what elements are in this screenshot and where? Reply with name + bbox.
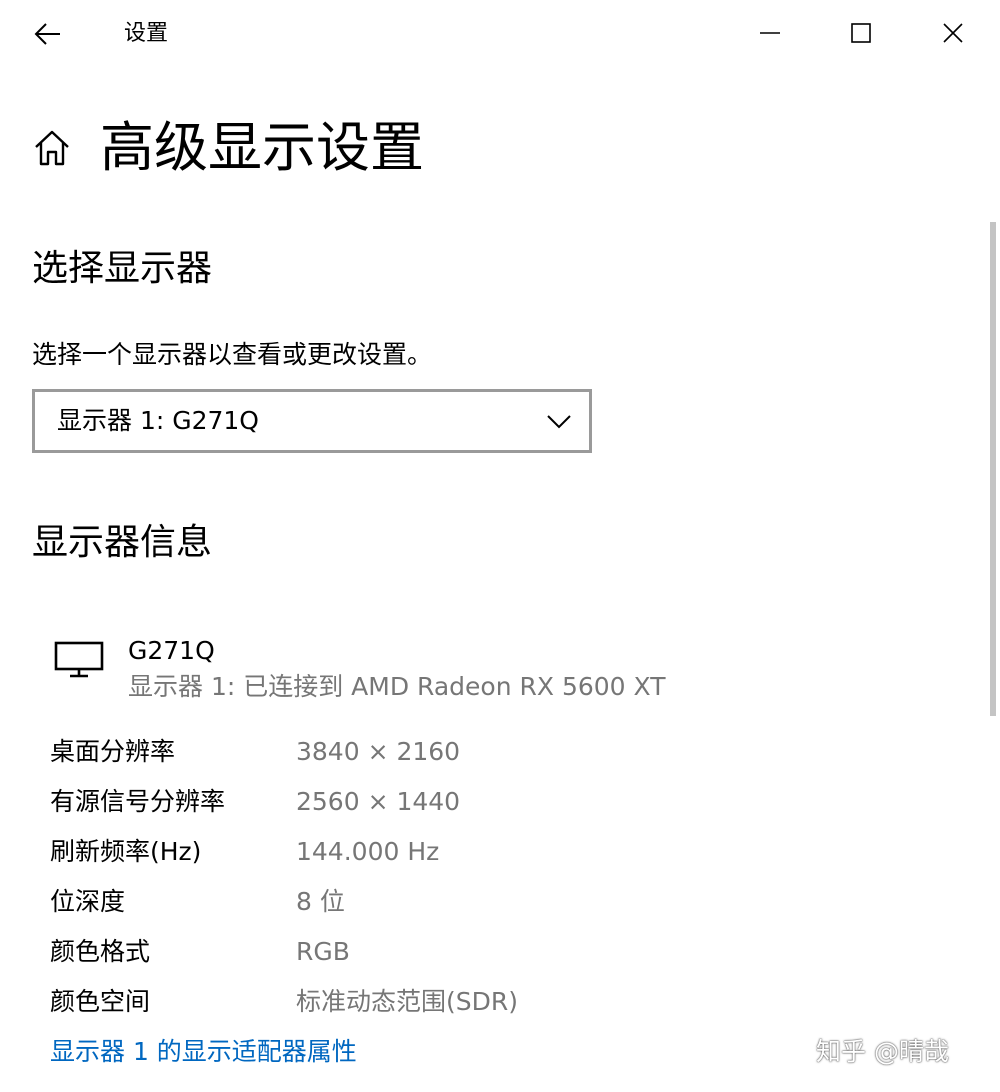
info-key: 桌面分辨率 xyxy=(50,737,176,766)
arrow-left-icon xyxy=(34,23,60,45)
display-dropdown-value: 显示器 1: G271Q xyxy=(57,406,259,435)
close-button[interactable] xyxy=(930,10,976,56)
select-display-heading: 选择显示器 xyxy=(32,248,213,289)
info-value: RGB xyxy=(296,937,350,966)
home-icon[interactable] xyxy=(30,126,74,170)
monitor-status: 显示器 1: 已连接到 AMD Radeon RX 5600 XT xyxy=(128,672,666,701)
select-display-description: 选择一个显示器以查看或更改设置。 xyxy=(32,340,433,369)
info-value: 3840 × 2160 xyxy=(296,737,461,766)
info-value: 8 位 xyxy=(296,887,345,916)
info-key: 位深度 xyxy=(50,887,126,916)
info-row-refresh-rate: 刷新频率(Hz) 144.000 Hz xyxy=(50,834,610,884)
info-row-color-space: 颜色空间 标准动态范围(SDR) xyxy=(50,984,610,1034)
info-value: 144.000 Hz xyxy=(296,837,440,866)
display-info-heading: 显示器信息 xyxy=(32,522,213,563)
window-title: 设置 xyxy=(124,21,169,46)
info-row-active-signal-resolution: 有源信号分辨率 2560 × 1440 xyxy=(50,784,610,834)
info-row-color-format: 颜色格式 RGB xyxy=(50,934,610,984)
maximize-button[interactable] xyxy=(838,10,884,56)
info-key: 颜色格式 xyxy=(50,937,151,966)
page-title: 高级显示设置 xyxy=(100,116,424,179)
maximize-icon xyxy=(851,23,871,43)
info-key: 有源信号分辨率 xyxy=(50,787,226,816)
info-key: 颜色空间 xyxy=(50,987,151,1016)
close-icon xyxy=(943,23,963,43)
info-key: 刷新频率(Hz) xyxy=(50,837,202,866)
info-row-desktop-resolution: 桌面分辨率 3840 × 2160 xyxy=(50,734,610,784)
watermark: 知乎 @晴哉 xyxy=(816,1037,949,1066)
monitor-name: G271Q xyxy=(128,636,215,665)
info-value: 2560 × 1440 xyxy=(296,787,461,816)
display-dropdown[interactable]: 显示器 1: G271Q xyxy=(32,389,592,453)
back-button[interactable] xyxy=(28,14,68,54)
info-value: 标准动态范围(SDR) xyxy=(296,987,518,1016)
display-info-table: 桌面分辨率 3840 × 2160 有源信号分辨率 2560 × 1440 刷新… xyxy=(50,734,610,1034)
chevron-down-icon xyxy=(545,408,573,436)
scrollbar[interactable] xyxy=(990,222,996,716)
page-header: 高级显示设置 xyxy=(30,108,424,188)
title-bar: 设置 xyxy=(0,0,1000,68)
display-adapter-properties-link[interactable]: 显示器 1 的显示适配器属性 xyxy=(50,1034,357,1070)
info-row-bit-depth: 位深度 8 位 xyxy=(50,884,610,934)
minimize-button[interactable] xyxy=(747,10,793,56)
minimize-icon xyxy=(760,32,780,34)
monitor-icon xyxy=(54,640,104,680)
